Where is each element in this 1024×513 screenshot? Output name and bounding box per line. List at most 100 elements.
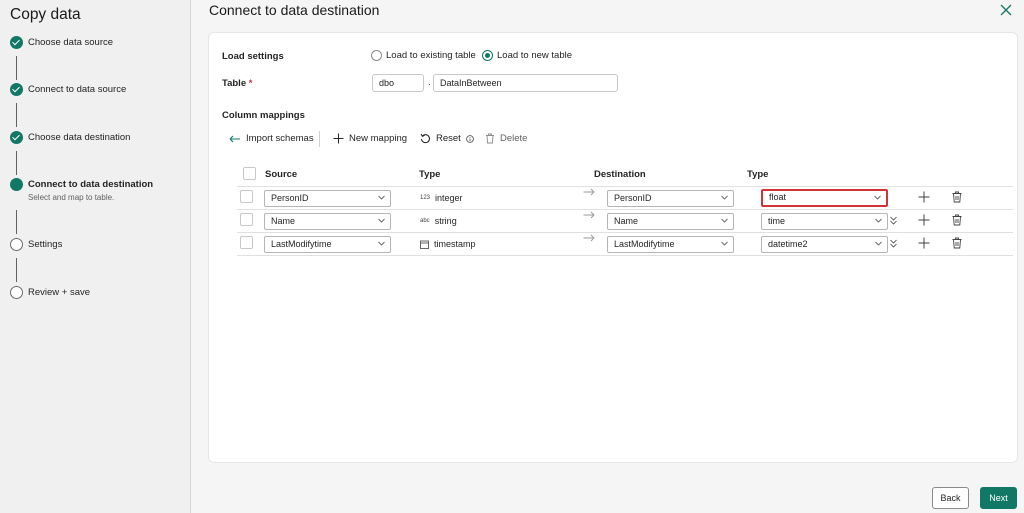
number-type-icon: 123 [420, 195, 431, 201]
schema-separator: . [428, 77, 431, 88]
step-connector [16, 258, 17, 282]
step-connector [16, 56, 17, 80]
new-mapping-button[interactable]: New mapping [333, 133, 407, 144]
radio-load-existing[interactable]: Load to existing table [371, 50, 476, 61]
dest-type-dropdown[interactable]: float [761, 189, 888, 207]
required-mark: * [248, 78, 253, 89]
destination-card: Load settings Load to existing table Loa… [208, 32, 1018, 463]
source-type: timestamp [420, 239, 476, 249]
add-row-icon[interactable] [918, 214, 930, 226]
chevron-down-icon [378, 218, 385, 223]
dest-type-value: time [768, 216, 786, 226]
trash-icon [486, 133, 494, 144]
col-header-destination: Destination [594, 169, 646, 180]
header-divider [237, 186, 1013, 187]
delete-button[interactable]: Delete [485, 133, 527, 144]
arrow-right-icon [583, 188, 595, 196]
pending-step-icon [10, 286, 23, 299]
radio-label: Load to new table [497, 50, 573, 61]
import-schemas-button[interactable]: Import schemas [229, 133, 314, 144]
reset-button[interactable]: Reset [420, 133, 474, 144]
row-checkbox[interactable] [240, 236, 253, 249]
row-checkbox[interactable] [240, 190, 253, 203]
new-mapping-label: New mapping [349, 133, 408, 144]
radio-selected-icon [482, 50, 493, 61]
check-icon [10, 83, 23, 96]
delete-row-icon[interactable] [952, 191, 962, 203]
table-label-text: Table [222, 78, 247, 89]
radio-load-new[interactable]: Load to new table [482, 50, 572, 61]
row-divider [237, 209, 1013, 210]
source-type-label: string [434, 216, 457, 226]
page-title: Connect to data destination [209, 2, 380, 18]
dest-type-dropdown[interactable]: time [761, 213, 888, 230]
row-divider [237, 232, 1013, 233]
step-label: Choose data destination [28, 132, 131, 143]
step-label: Settings [28, 239, 63, 250]
source-type-label: timestamp [434, 239, 476, 249]
add-row-icon[interactable] [918, 237, 930, 249]
close-icon [1000, 4, 1012, 16]
table-name-input[interactable]: DataInBetween [433, 74, 618, 92]
dest-type-value: float [769, 192, 787, 202]
source-dropdown[interactable]: LastModifytime [264, 236, 391, 253]
chevron-down-icon [875, 218, 882, 223]
back-button[interactable]: Back [932, 487, 969, 509]
destination-dropdown[interactable]: PersonID [607, 190, 734, 207]
step-label: Connect to data source [28, 84, 127, 95]
close-button[interactable] [998, 2, 1014, 18]
arrow-right-icon [583, 234, 595, 242]
next-button[interactable]: Next [980, 487, 1017, 509]
destination-value: PersonID [614, 193, 652, 203]
load-settings-label: Load settings [222, 51, 284, 62]
chevron-down-icon [378, 241, 385, 246]
source-type: abc string [420, 216, 457, 226]
expand-double-chevron-icon[interactable] [890, 239, 897, 248]
dest-type-value: datetime2 [768, 239, 808, 249]
plus-icon [333, 133, 344, 144]
step-label: Connect to data destination [28, 179, 154, 190]
destination-dropdown[interactable]: Name [607, 213, 734, 230]
step-connector [16, 210, 17, 234]
row-divider [237, 255, 1013, 256]
chevron-down-icon [721, 241, 728, 246]
source-type-label: integer [435, 193, 463, 203]
source-dropdown[interactable]: PersonID [264, 190, 391, 207]
dest-type-dropdown[interactable]: datetime2 [761, 236, 888, 253]
add-row-icon[interactable] [918, 191, 930, 203]
radio-circle-icon [371, 50, 382, 61]
check-icon [10, 131, 23, 144]
import-schemas-label: Import schemas [246, 133, 314, 144]
current-step-icon [10, 178, 23, 191]
calendar-icon [420, 240, 429, 249]
select-all-checkbox[interactable] [243, 167, 256, 180]
arrow-left-icon [229, 135, 240, 142]
expand-double-chevron-icon[interactable] [890, 216, 897, 225]
chevron-down-icon [378, 195, 385, 200]
delete-label: Delete [500, 133, 528, 144]
chevron-down-icon [721, 218, 728, 223]
step-label: Review + save [28, 287, 91, 298]
step-description: Select and map to table. [28, 193, 115, 202]
source-type: 123 integer [420, 193, 463, 203]
delete-row-icon[interactable] [952, 214, 962, 226]
toolbar-divider [319, 131, 320, 147]
delete-row-icon[interactable] [952, 237, 962, 249]
chevron-down-icon [874, 195, 881, 200]
chevron-down-icon [721, 195, 728, 200]
source-value: LastModifytime [271, 239, 332, 249]
schema-input[interactable]: dbo [372, 74, 424, 92]
row-checkbox[interactable] [240, 213, 253, 226]
destination-value: Name [614, 216, 639, 226]
step-connector [16, 103, 17, 127]
step-connector [16, 151, 17, 175]
wizard-rail: Copy data Choose data source Connect to … [0, 0, 191, 513]
reset-label: Reset [436, 133, 461, 144]
chevron-down-icon [875, 241, 882, 246]
source-dropdown[interactable]: Name [264, 213, 391, 230]
wizard-title: Copy data [10, 6, 81, 23]
source-value: PersonID [271, 193, 309, 203]
destination-dropdown[interactable]: LastModifytime [607, 236, 734, 253]
col-header-source: Source [265, 169, 298, 180]
info-icon[interactable] [466, 134, 474, 143]
